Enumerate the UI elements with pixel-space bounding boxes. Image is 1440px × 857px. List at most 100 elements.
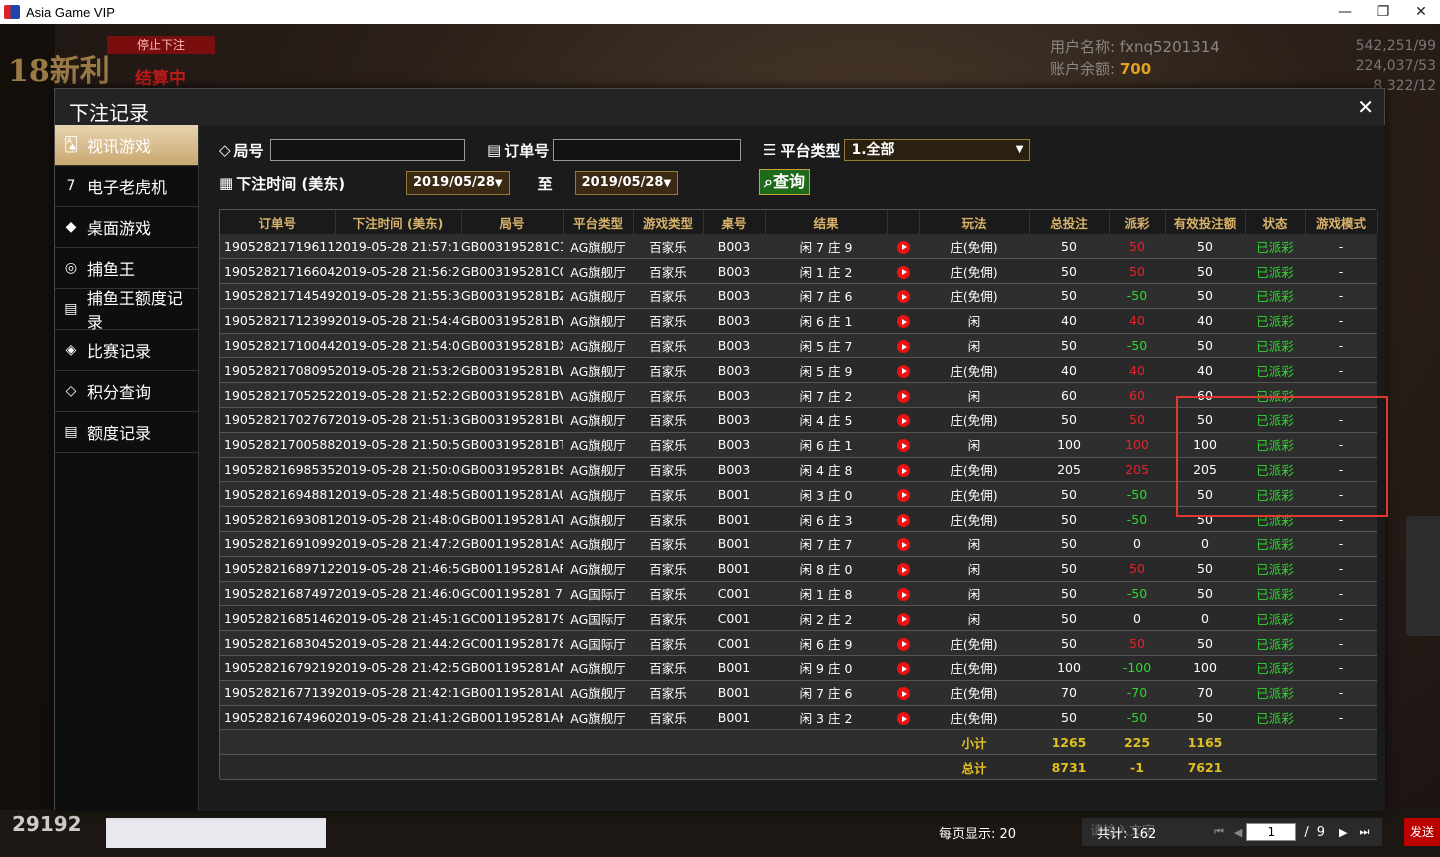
notes-icon: ▤ bbox=[64, 424, 78, 440]
table-cell: 闲 6 庄 9 bbox=[765, 630, 887, 657]
platform-filter: ☰ 平台类型 1.全部 ▼ bbox=[763, 137, 1031, 163]
sidebar-item[interactable]: ◎ 捕鱼王 bbox=[55, 248, 198, 289]
play-video-icon[interactable] bbox=[896, 612, 910, 626]
empty-cell bbox=[1305, 729, 1377, 756]
table-cell: 已派彩 bbox=[1245, 605, 1305, 632]
table-cell: 50 bbox=[1109, 630, 1165, 657]
brand-logo: 18新利 bbox=[8, 54, 110, 89]
date-to-picker[interactable]: 2019/05/28▼ bbox=[574, 171, 679, 195]
sidebar-item[interactable]: 7 电子老虎机 bbox=[55, 166, 198, 207]
play-video-icon[interactable] bbox=[896, 315, 910, 329]
play-video-icon[interactable] bbox=[896, 389, 910, 403]
play-video-icon[interactable] bbox=[896, 488, 910, 502]
table-cell: 190528216897129 bbox=[220, 556, 335, 582]
stat-line: 542,251/99 bbox=[1355, 38, 1436, 54]
play-video-icon[interactable] bbox=[896, 290, 910, 304]
table-cell: - bbox=[1305, 432, 1377, 458]
send-button[interactable]: 发送 bbox=[1404, 818, 1440, 846]
list-icon: ☰ bbox=[763, 141, 777, 159]
table-cell: 100 bbox=[1029, 432, 1109, 458]
table-cell: 40 bbox=[1029, 308, 1109, 334]
sidebar-item[interactable]: ◈ 比赛记录 bbox=[55, 330, 198, 371]
table-cell: - bbox=[1305, 457, 1377, 483]
table-cell: 0 bbox=[1109, 605, 1165, 632]
table-cell: 庄(免佣) bbox=[919, 680, 1029, 706]
first-page-icon[interactable]: ⏮ bbox=[1214, 825, 1224, 839]
play-video-icon[interactable] bbox=[896, 364, 910, 378]
play-video-icon[interactable] bbox=[896, 662, 910, 676]
replay-cell bbox=[887, 382, 919, 409]
query-button[interactable]: ⌕查询 bbox=[759, 169, 810, 195]
table-cell: 100 bbox=[1165, 432, 1245, 458]
sidebar-item[interactable]: ▤ 捕鱼王额度记录 bbox=[55, 289, 198, 332]
play-video-icon[interactable] bbox=[896, 414, 910, 428]
sidebar-item[interactable]: ▤ 额度记录 bbox=[55, 412, 198, 453]
empty-cell bbox=[335, 754, 461, 781]
play-video-icon[interactable] bbox=[896, 513, 910, 527]
table-cell: B001 bbox=[703, 506, 765, 533]
platform-value: 1.全部 bbox=[851, 142, 895, 158]
play-video-icon[interactable] bbox=[896, 340, 910, 354]
play-video-icon[interactable] bbox=[896, 712, 910, 726]
table-cell: 闲 bbox=[919, 605, 1029, 632]
column-header: 订单号 bbox=[220, 210, 336, 234]
replay-cell bbox=[887, 655, 919, 681]
maximize-button[interactable]: ❐ bbox=[1364, 0, 1402, 24]
next-page-icon[interactable]: ▶ bbox=[1339, 826, 1347, 839]
table-cell: 百家乐 bbox=[633, 481, 703, 508]
table-cell: 2019-05-28 21:42:57 bbox=[335, 655, 461, 681]
play-video-icon[interactable] bbox=[896, 588, 910, 602]
round-input[interactable] bbox=[269, 139, 465, 161]
table-cell: 205 bbox=[1029, 457, 1109, 483]
table-cell: 百家乐 bbox=[633, 407, 703, 433]
date-from-picker[interactable]: 2019/05/28▼ bbox=[406, 171, 510, 195]
table-cell: 50 bbox=[1165, 705, 1245, 731]
table-cell: 2019-05-28 21:53:20 bbox=[335, 357, 461, 384]
last-page-icon[interactable]: ⏭ bbox=[1360, 825, 1370, 839]
close-window-button[interactable]: ✕ bbox=[1402, 0, 1440, 24]
order-input[interactable] bbox=[553, 139, 742, 161]
column-header: 桌号 bbox=[703, 210, 766, 234]
table-cell: 百家乐 bbox=[633, 680, 703, 706]
dice-icon: ◆ bbox=[65, 219, 77, 235]
table-cell: - bbox=[1305, 407, 1377, 433]
sidebar-item[interactable]: 🂡 视讯游戏 bbox=[55, 125, 198, 166]
play-video-icon[interactable] bbox=[896, 240, 910, 254]
sidebar-item[interactable]: ◆ 桌面游戏 bbox=[55, 207, 198, 248]
sidebar-item-label: 桌面游戏 bbox=[87, 219, 152, 238]
table-cell: 2019-05-28 21:42:10 bbox=[335, 680, 461, 706]
table-cell: 40 bbox=[1109, 308, 1165, 334]
table-row: 190528217080955 2019-05-28 21:53:20 GB0031… bbox=[220, 357, 1377, 384]
play-video-icon[interactable] bbox=[896, 637, 910, 651]
sidebar-item[interactable]: ◇ 积分查询 bbox=[55, 371, 198, 412]
play-video-icon[interactable] bbox=[896, 538, 910, 552]
table-cell: 百家乐 bbox=[633, 234, 703, 260]
table-cell: 190528217052529 bbox=[220, 382, 335, 409]
play-video-icon[interactable] bbox=[896, 687, 910, 701]
prev-page-icon[interactable]: ◀ bbox=[1234, 826, 1242, 839]
table-cell: 庄(免佣) bbox=[919, 506, 1029, 533]
play-video-icon[interactable] bbox=[896, 563, 910, 577]
table-cell: 2019-05-28 21:50:51 bbox=[335, 432, 461, 458]
table-cell: 50 bbox=[1165, 630, 1245, 657]
table-cell: 70 bbox=[1165, 680, 1245, 706]
table-cell: 50 bbox=[1029, 234, 1109, 260]
play-video-icon[interactable] bbox=[896, 464, 910, 478]
table-cell: 闲 bbox=[919, 556, 1029, 582]
minimize-button[interactable]: — bbox=[1326, 0, 1364, 24]
table-cell: 百家乐 bbox=[633, 382, 703, 409]
table-cell: 2019-05-28 21:45:12 bbox=[335, 605, 461, 632]
replay-cell bbox=[887, 234, 919, 260]
play-video-icon[interactable] bbox=[896, 439, 910, 453]
table-row: 190528217123996 2019-05-28 21:54:49 GB0031… bbox=[220, 308, 1377, 334]
table-cell: 2019-05-28 21:46:50 bbox=[335, 556, 461, 582]
table-cell: GB001195281AL bbox=[461, 680, 563, 706]
empty-cell bbox=[461, 754, 563, 781]
table-cell: 已派彩 bbox=[1245, 655, 1305, 681]
play-video-icon[interactable] bbox=[896, 265, 910, 279]
side-tab[interactable] bbox=[1406, 516, 1440, 636]
modal-close-button[interactable]: ✕ bbox=[1357, 95, 1374, 119]
table-cell: B001 bbox=[703, 680, 765, 706]
platform-select[interactable]: 1.全部 ▼ bbox=[844, 139, 1031, 161]
page-input[interactable]: 1 bbox=[1246, 823, 1297, 841]
